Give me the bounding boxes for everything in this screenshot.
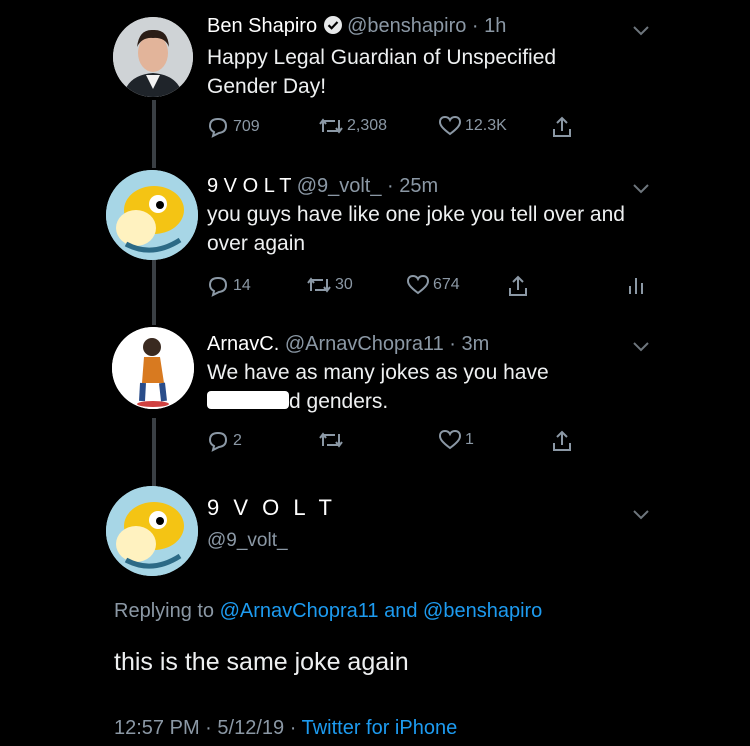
replying-to: Replying to @ArnavChopra11 and @benshapi… xyxy=(114,600,542,623)
thread-line xyxy=(152,418,156,486)
heart-icon xyxy=(439,116,461,136)
verified-badge-icon xyxy=(323,15,343,41)
avatar-9volt[interactable] xyxy=(106,486,198,576)
tweet-text: We have as many jokes as you have d gend… xyxy=(207,358,710,416)
tweet-date[interactable]: 5/12/19 xyxy=(217,717,284,739)
share-button[interactable] xyxy=(507,275,533,297)
reply-count: 14 xyxy=(233,277,251,294)
tweet-time[interactable]: 1h xyxy=(484,15,506,37)
heart-icon xyxy=(407,275,429,295)
tweet-time[interactable]: 25m xyxy=(399,175,438,197)
analytics-button[interactable] xyxy=(627,275,649,295)
retweet-count: 2,308 xyxy=(347,117,388,134)
like-count: 1 xyxy=(465,431,474,448)
replying-user-link[interactable]: @benshapiro xyxy=(423,600,542,622)
redaction-mark xyxy=(207,391,289,409)
chevron-down-icon[interactable] xyxy=(632,182,650,200)
tweet-text-suffix: d genders. xyxy=(289,390,389,413)
like-button[interactable]: 1 xyxy=(439,430,474,450)
analytics-icon xyxy=(629,278,643,294)
separator-dot: · xyxy=(289,717,297,739)
share-button[interactable] xyxy=(551,116,577,138)
tweet-actions: 709 2,308 12.3K xyxy=(207,116,587,140)
tweet-author-name[interactable]: 9 V O L T xyxy=(207,175,291,197)
retweet-icon xyxy=(319,432,343,448)
tweet-meta: 12:57 PM · 5/12/19 · Twitter for iPhone xyxy=(114,717,457,740)
chevron-down-icon[interactable] xyxy=(632,340,650,358)
retweet-button[interactable] xyxy=(319,430,347,450)
retweet-icon xyxy=(307,277,331,293)
share-icon xyxy=(553,430,571,451)
reply-count: 2 xyxy=(233,432,242,449)
like-count: 674 xyxy=(433,276,460,293)
thread-line xyxy=(152,100,156,168)
avatar-9volt[interactable] xyxy=(106,170,198,260)
tweet-actions: 2 1 xyxy=(207,430,587,454)
replying-and: and xyxy=(384,600,418,622)
tweet-text: you guys have like one joke you tell ove… xyxy=(207,203,625,255)
tweet-author-handle[interactable]: @benshapiro xyxy=(347,15,466,37)
like-button[interactable]: 12.3K xyxy=(439,116,507,136)
tweet-time[interactable]: 3m xyxy=(462,333,490,355)
tweet-timestamp[interactable]: 12:57 PM xyxy=(114,717,200,739)
share-icon xyxy=(509,275,527,296)
tweet-text-line: We have as many jokes as you have xyxy=(207,361,549,384)
thread-line xyxy=(152,260,156,325)
separator-dot: · xyxy=(205,717,212,739)
tweet-text-line: d genders. xyxy=(207,387,710,416)
tweet-actions: 14 30 674 xyxy=(207,275,657,299)
tweet-author-name[interactable]: ArnavC. xyxy=(207,333,279,355)
tweet-author-handle[interactable]: @9_volt_ xyxy=(297,175,382,197)
tweet-source-link[interactable]: Twitter for iPhone xyxy=(302,717,458,739)
retweet-icon xyxy=(319,118,343,134)
reply-button[interactable]: 2 xyxy=(207,430,242,452)
avatar-benshapiro[interactable] xyxy=(113,17,193,97)
focus-author-name[interactable]: 9 V O L T xyxy=(207,495,336,521)
tweet-author-name[interactable]: Ben Shapiro xyxy=(207,15,317,37)
focus-author-handle[interactable]: @9_volt_ xyxy=(207,530,288,552)
chevron-down-icon[interactable] xyxy=(632,508,650,526)
separator-dot: · xyxy=(449,333,456,355)
heart-icon xyxy=(439,430,461,450)
replying-user-link[interactable]: @ArnavChopra11 xyxy=(220,600,379,622)
share-button[interactable] xyxy=(551,430,577,452)
like-button[interactable]: 674 xyxy=(407,275,460,295)
reply-count: 709 xyxy=(233,118,260,135)
reply-icon xyxy=(208,117,228,138)
focus-tweet-text: this is the same joke again xyxy=(114,648,409,676)
chevron-down-icon[interactable] xyxy=(632,24,650,42)
separator-dot: · xyxy=(471,15,479,37)
share-icon xyxy=(553,116,571,137)
tweet-author-handle[interactable]: @ArnavChopra11 xyxy=(285,333,444,355)
tweet-text: Happy Legal Guardian of Unspecified Gend… xyxy=(207,46,557,98)
reply-icon xyxy=(208,431,228,452)
retweet-count: 30 xyxy=(335,276,353,293)
retweet-button[interactable]: 2,308 xyxy=(319,116,387,136)
reply-button[interactable]: 14 xyxy=(207,275,251,297)
replying-prefix: Replying to xyxy=(114,600,215,622)
separator-dot: · xyxy=(387,175,394,197)
like-count: 12.3K xyxy=(465,117,507,134)
reply-button[interactable]: 709 xyxy=(207,116,260,138)
reply-icon xyxy=(208,276,228,297)
retweet-button[interactable]: 30 xyxy=(307,275,353,295)
avatar-arnavc[interactable] xyxy=(112,327,194,409)
